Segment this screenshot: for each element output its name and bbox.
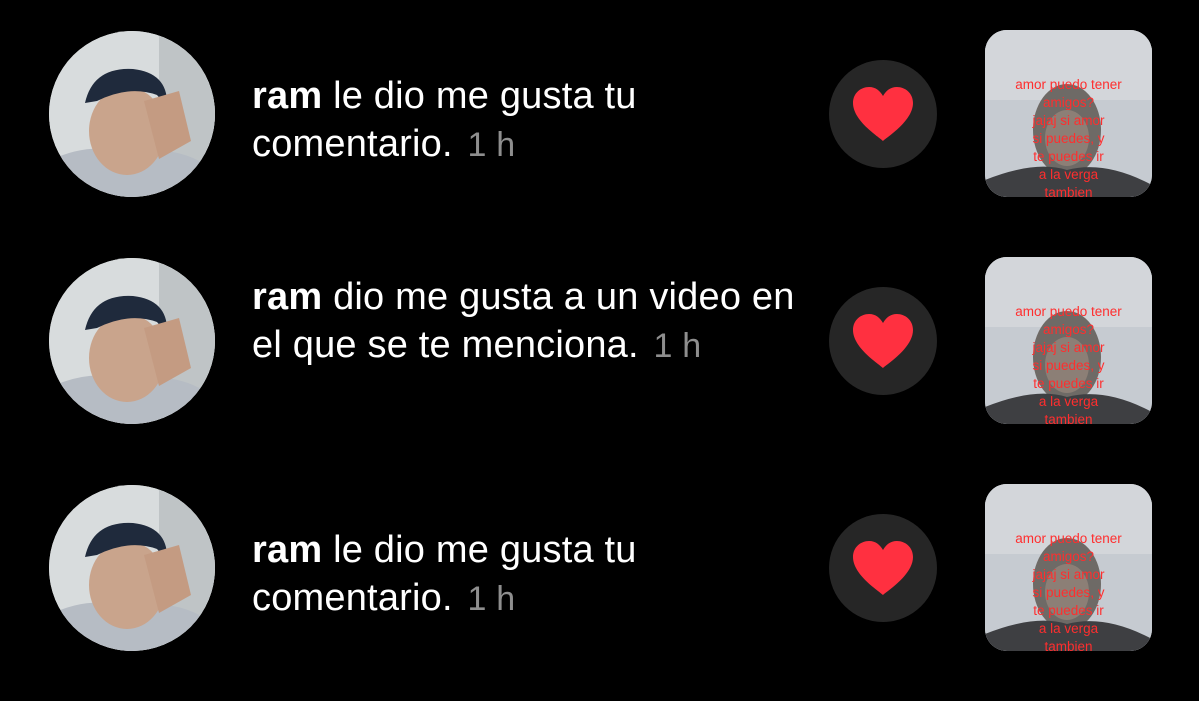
reaction-button[interactable]	[829, 287, 937, 395]
notification-text: ram dio me gusta a un video en el que se…	[252, 273, 812, 370]
notification-message: dio me gusta a un video en el que se te …	[252, 276, 795, 366]
notification-text: ram le dio me gusta tu comentario. 1 h	[252, 72, 812, 169]
username[interactable]: ram	[252, 529, 322, 571]
notification-text: ram le dio me gusta tu comentario. 1 h	[252, 526, 812, 623]
timestamp: 1 h	[467, 580, 516, 618]
avatar[interactable]	[49, 31, 215, 197]
avatar[interactable]	[49, 485, 215, 651]
thumbnail-caption: amor puedo tener amigos? jajaj si amor s…	[1015, 304, 1122, 424]
username[interactable]: ram	[252, 276, 322, 318]
notification-row[interactable]: ram dio me gusta a un video en el que se…	[0, 227, 1199, 453]
timestamp: 1 h	[653, 327, 702, 365]
avatar-photo	[49, 485, 215, 651]
notification-row[interactable]: ram le dio me gusta tu comentario. 1 h a…	[0, 0, 1199, 226]
post-thumbnail[interactable]: amor puedo tener amigos? jajaj si amor s…	[985, 30, 1152, 197]
avatar[interactable]	[49, 258, 215, 424]
thumbnail-caption: amor puedo tener amigos? jajaj si amor s…	[1015, 531, 1122, 651]
username[interactable]: ram	[252, 75, 322, 117]
reaction-button[interactable]	[829, 514, 937, 622]
notification-row[interactable]: ram le dio me gusta tu comentario. 1 h a…	[0, 454, 1199, 680]
post-thumbnail[interactable]: amor puedo tener amigos? jajaj si amor s…	[985, 484, 1152, 651]
reaction-button[interactable]	[829, 60, 937, 168]
avatar-photo	[49, 31, 215, 197]
heart-icon	[853, 541, 913, 595]
thumbnail-caption: amor puedo tener amigos? jajaj si amor s…	[1015, 77, 1122, 197]
avatar-photo	[49, 258, 215, 424]
heart-icon	[853, 87, 913, 141]
post-thumbnail[interactable]: amor puedo tener amigos? jajaj si amor s…	[985, 257, 1152, 424]
heart-icon	[853, 314, 913, 368]
timestamp: 1 h	[467, 126, 516, 164]
